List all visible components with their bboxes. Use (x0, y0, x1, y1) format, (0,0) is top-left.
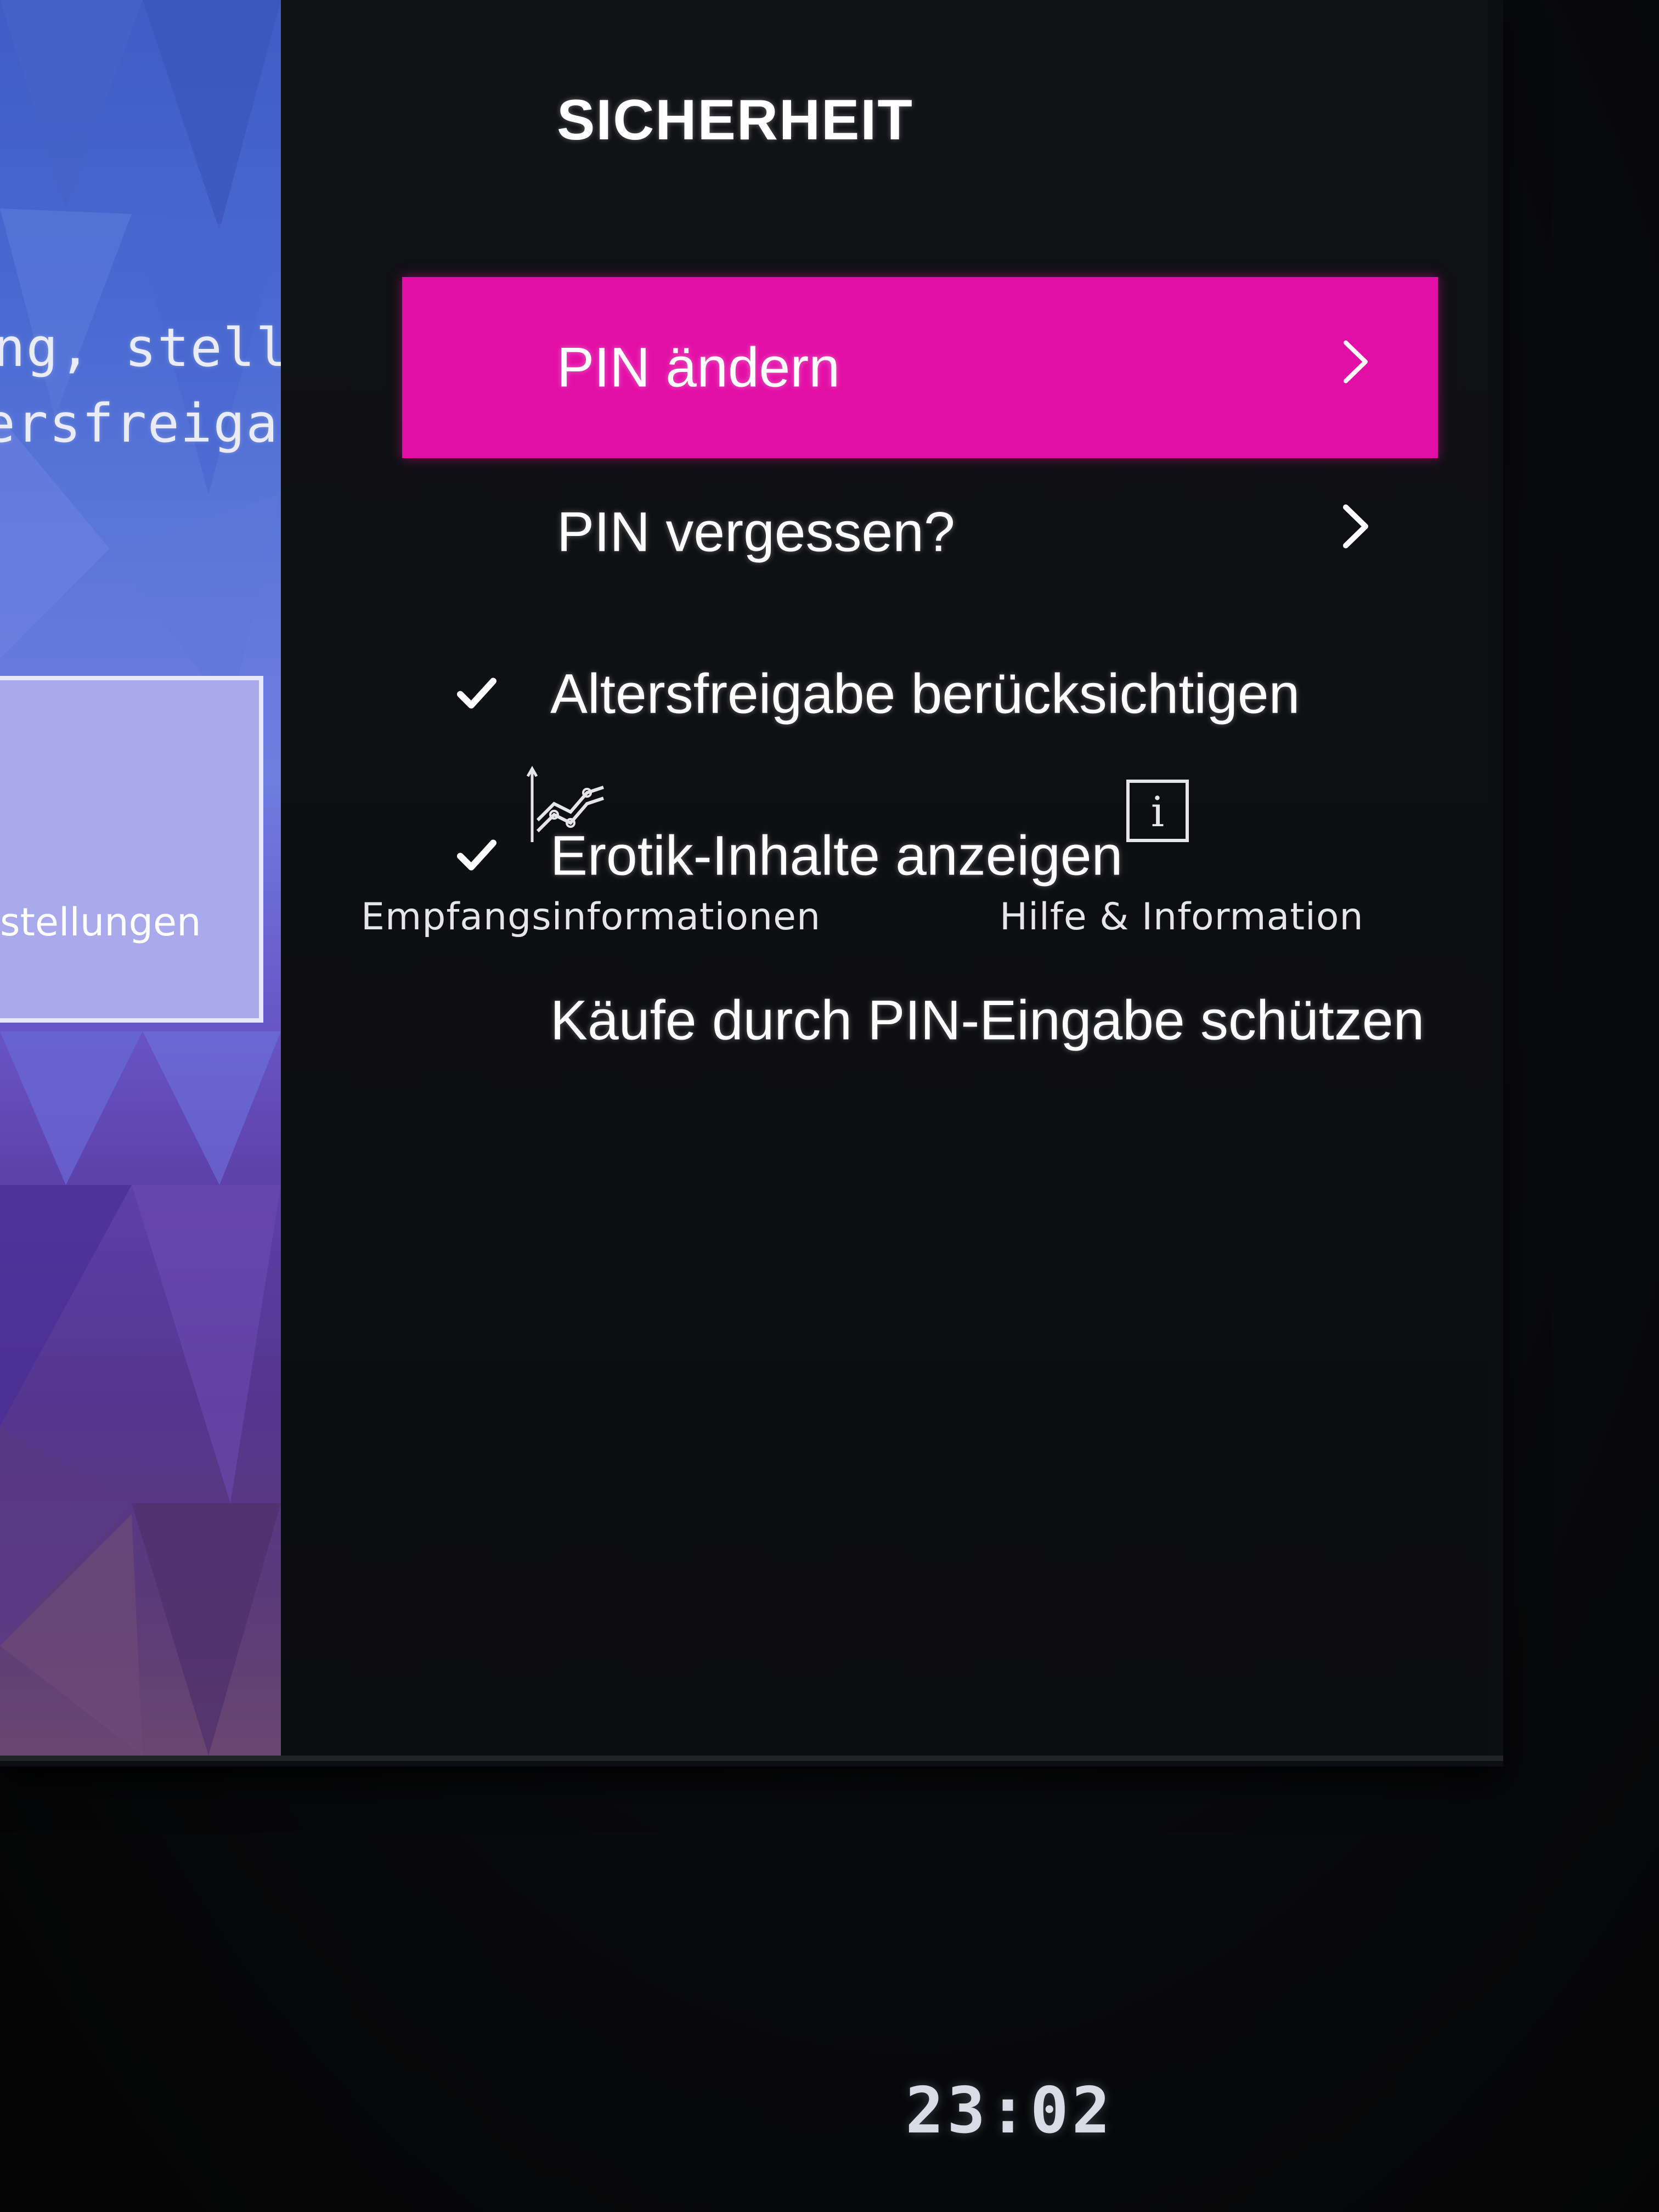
checkmark-icon (457, 668, 496, 721)
background-settings-tile (0, 676, 263, 1023)
background-panel: ng, stellst ersfreigabe bzw. stellungen (0, 0, 281, 1756)
background-tile-label: stellungen (0, 900, 201, 945)
photo-frame: ng, stellst ersfreigabe bzw. stellungen … (0, 0, 1659, 2212)
menu-item-label: Erotik-Inhalte anzeigen (550, 824, 1123, 887)
menu-item-age-rating[interactable]: Altersfreigabe berücksichtigen (402, 612, 1438, 776)
receiver-clock-display: 23:02 (905, 2074, 1114, 2148)
menu-item-label: PIN ändern (557, 336, 840, 399)
background-text-line-2: ersfreigabe bzw. (0, 393, 281, 454)
menu-item-label: Altersfreigabe berücksichtigen (550, 662, 1300, 725)
menu-item-label: Käufe durch PIN-Eingabe schützen (550, 989, 1425, 1052)
tv-bezel (0, 1756, 1503, 1761)
menu-item-label: PIN vergessen? (557, 500, 955, 563)
menu-item-forgot-pin[interactable]: PIN vergessen? (402, 450, 1438, 614)
tv-screen: ng, stellst ersfreigabe bzw. stellungen … (0, 0, 1503, 1767)
help-info-label: Hilfe & Information (1000, 895, 1364, 939)
chevron-right-icon (1339, 500, 1372, 565)
checkmark-icon (457, 830, 496, 883)
chevron-right-icon (1339, 336, 1372, 400)
background-text-line-1: ng, stellst (0, 317, 281, 379)
page-title: SICHERHEIT (557, 88, 913, 152)
menu-item-protect-purchases[interactable]: Käufe durch PIN-Eingabe schützen (402, 938, 1438, 1103)
reception-info-label: Empfangsinformationen (361, 895, 821, 939)
menu-item-change-pin[interactable]: PIN ändern (402, 277, 1438, 458)
